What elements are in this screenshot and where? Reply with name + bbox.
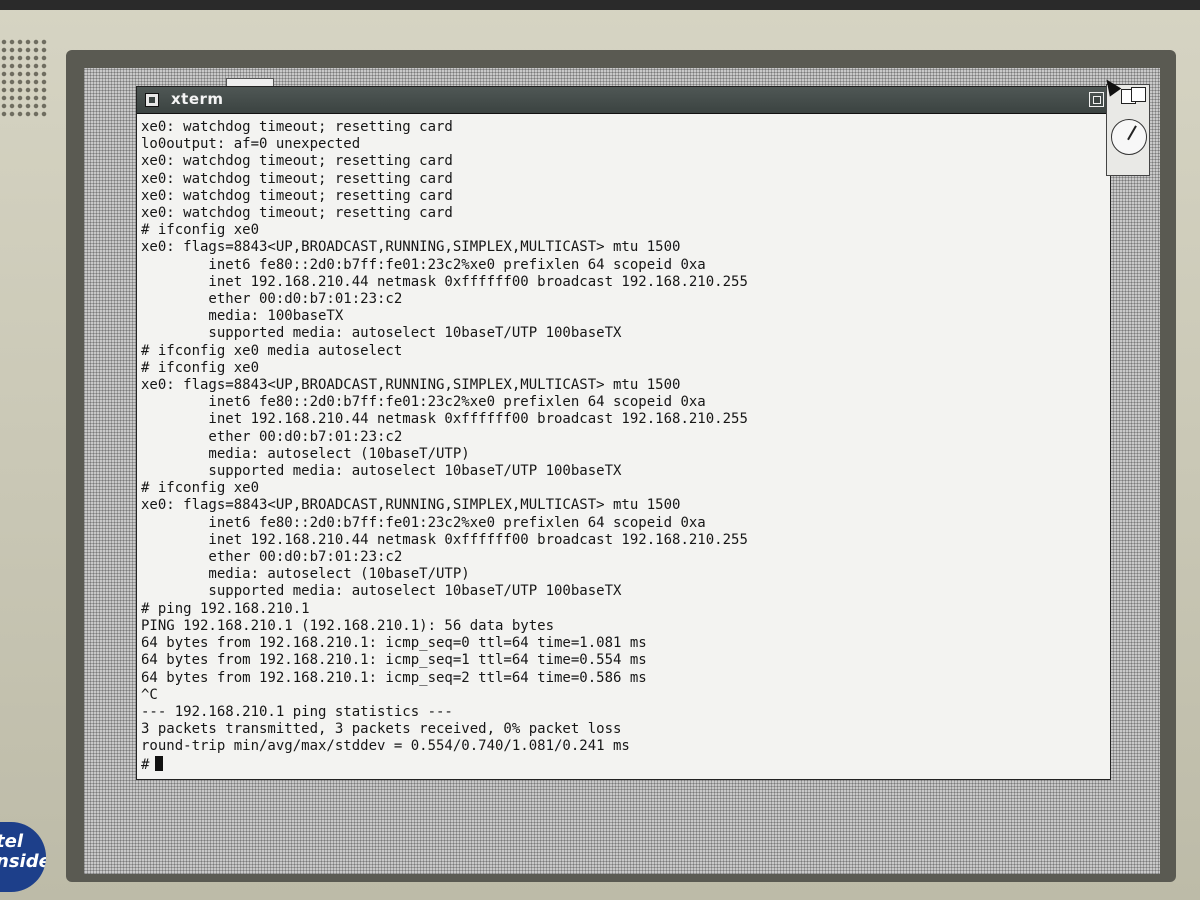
terminal-line: media: 100baseTX	[141, 308, 344, 325]
terminal-line: ^C	[141, 686, 158, 703]
terminal-line: media: autoselect (10baseT/UTP)	[141, 566, 470, 583]
terminal-line: 64 bytes from 192.168.210.1: icmp_seq=1 …	[141, 652, 647, 669]
terminal-line: xe0: flags=8843<UP,BROADCAST,RUNNING,SIM…	[141, 497, 681, 514]
terminal-line: supported media: autoselect 10baseT/UTP …	[141, 325, 622, 342]
terminal-line: ether 00:d0:b7:01:23:c2	[141, 291, 403, 308]
clock-icon	[1111, 119, 1147, 155]
window-titlebar[interactable]: xterm	[137, 87, 1110, 114]
terminal-line: xe0: watchdog timeout; resetting card	[141, 170, 453, 187]
terminal-line: round-trip min/avg/max/stddev = 0.554/0.…	[141, 738, 630, 755]
maximize-icon[interactable]	[1089, 92, 1104, 107]
terminal-line: media: autoselect (10baseT/UTP)	[141, 445, 470, 462]
terminal-line: xe0: flags=8843<UP,BROADCAST,RUNNING,SIM…	[141, 239, 681, 256]
icon-manager	[1106, 84, 1150, 176]
terminal-line: supported media: autoselect 10baseT/UTP …	[141, 463, 622, 480]
terminal-line: inet 192.168.210.44 netmask 0xffffff00 b…	[141, 411, 748, 428]
terminal-line: inet6 fe80::2d0:b7ff:fe01:23c2%xe0 prefi…	[141, 256, 706, 273]
terminal-line: # ifconfig xe0	[141, 222, 260, 239]
terminal-line: inet6 fe80::2d0:b7ff:fe01:23c2%xe0 prefi…	[141, 394, 706, 411]
terminal-prompt-line[interactable]: #	[141, 755, 1102, 774]
window-menu-icon[interactable]	[145, 93, 159, 107]
terminal-line: ether 00:d0:b7:01:23:c2	[141, 428, 403, 445]
terminal-line: ether 00:d0:b7:01:23:c2	[141, 549, 403, 566]
terminal-output[interactable]: xe0: watchdog timeout; resetting card lo0…	[141, 119, 1102, 775]
terminal-line: inet 192.168.210.44 netmask 0xffffff00 b…	[141, 273, 748, 290]
terminal-line: --- 192.168.210.1 ping statistics ---	[141, 703, 453, 720]
window-title: xterm	[171, 90, 224, 108]
terminal-line: xe0: watchdog timeout; resetting card	[141, 205, 453, 222]
terminal-line: lo0output: af=0 unexpected	[141, 136, 361, 153]
terminal-line: inet6 fe80::2d0:b7ff:fe01:23c2%xe0 prefi…	[141, 514, 706, 531]
terminal-line: xe0: flags=8843<UP,BROADCAST,RUNNING,SIM…	[141, 377, 681, 394]
terminal-line: 3 packets transmitted, 3 packets receive…	[141, 721, 622, 738]
terminal-line: xe0: watchdog timeout; resetting card	[141, 187, 453, 204]
terminal-line: # ifconfig xe0	[141, 359, 260, 376]
terminal-line: xe0: watchdog timeout; resetting card	[141, 153, 453, 170]
terminal-line: # ifconfig xe0 media autoselect	[141, 342, 403, 359]
speaker-grille	[0, 38, 48, 118]
terminal-line: # ifconfig xe0	[141, 480, 260, 497]
window-stack-icon[interactable]	[1131, 87, 1146, 102]
text-cursor	[155, 755, 164, 771]
terminal-line: supported media: autoselect 10baseT/UTP …	[141, 583, 622, 600]
prompt-symbol: #	[141, 756, 150, 773]
bezel-top-edge	[0, 0, 1200, 10]
terminal-line: # ping 192.168.210.1	[141, 600, 310, 617]
terminal-line: 64 bytes from 192.168.210.1: icmp_seq=2 …	[141, 669, 647, 686]
badge-line-2: nside	[0, 851, 46, 872]
terminal-line: inet 192.168.210.44 netmask 0xffffff00 b…	[141, 531, 748, 548]
terminal-line: PING 192.168.210.1 (192.168.210.1): 56 d…	[141, 617, 555, 634]
terminal-line: 64 bytes from 192.168.210.1: icmp_seq=0 …	[141, 635, 647, 652]
terminal-line: xe0: watchdog timeout; resetting card	[141, 119, 453, 135]
xterm-window[interactable]: xterm xe0: watchdog timeout; resetting c…	[136, 86, 1111, 780]
